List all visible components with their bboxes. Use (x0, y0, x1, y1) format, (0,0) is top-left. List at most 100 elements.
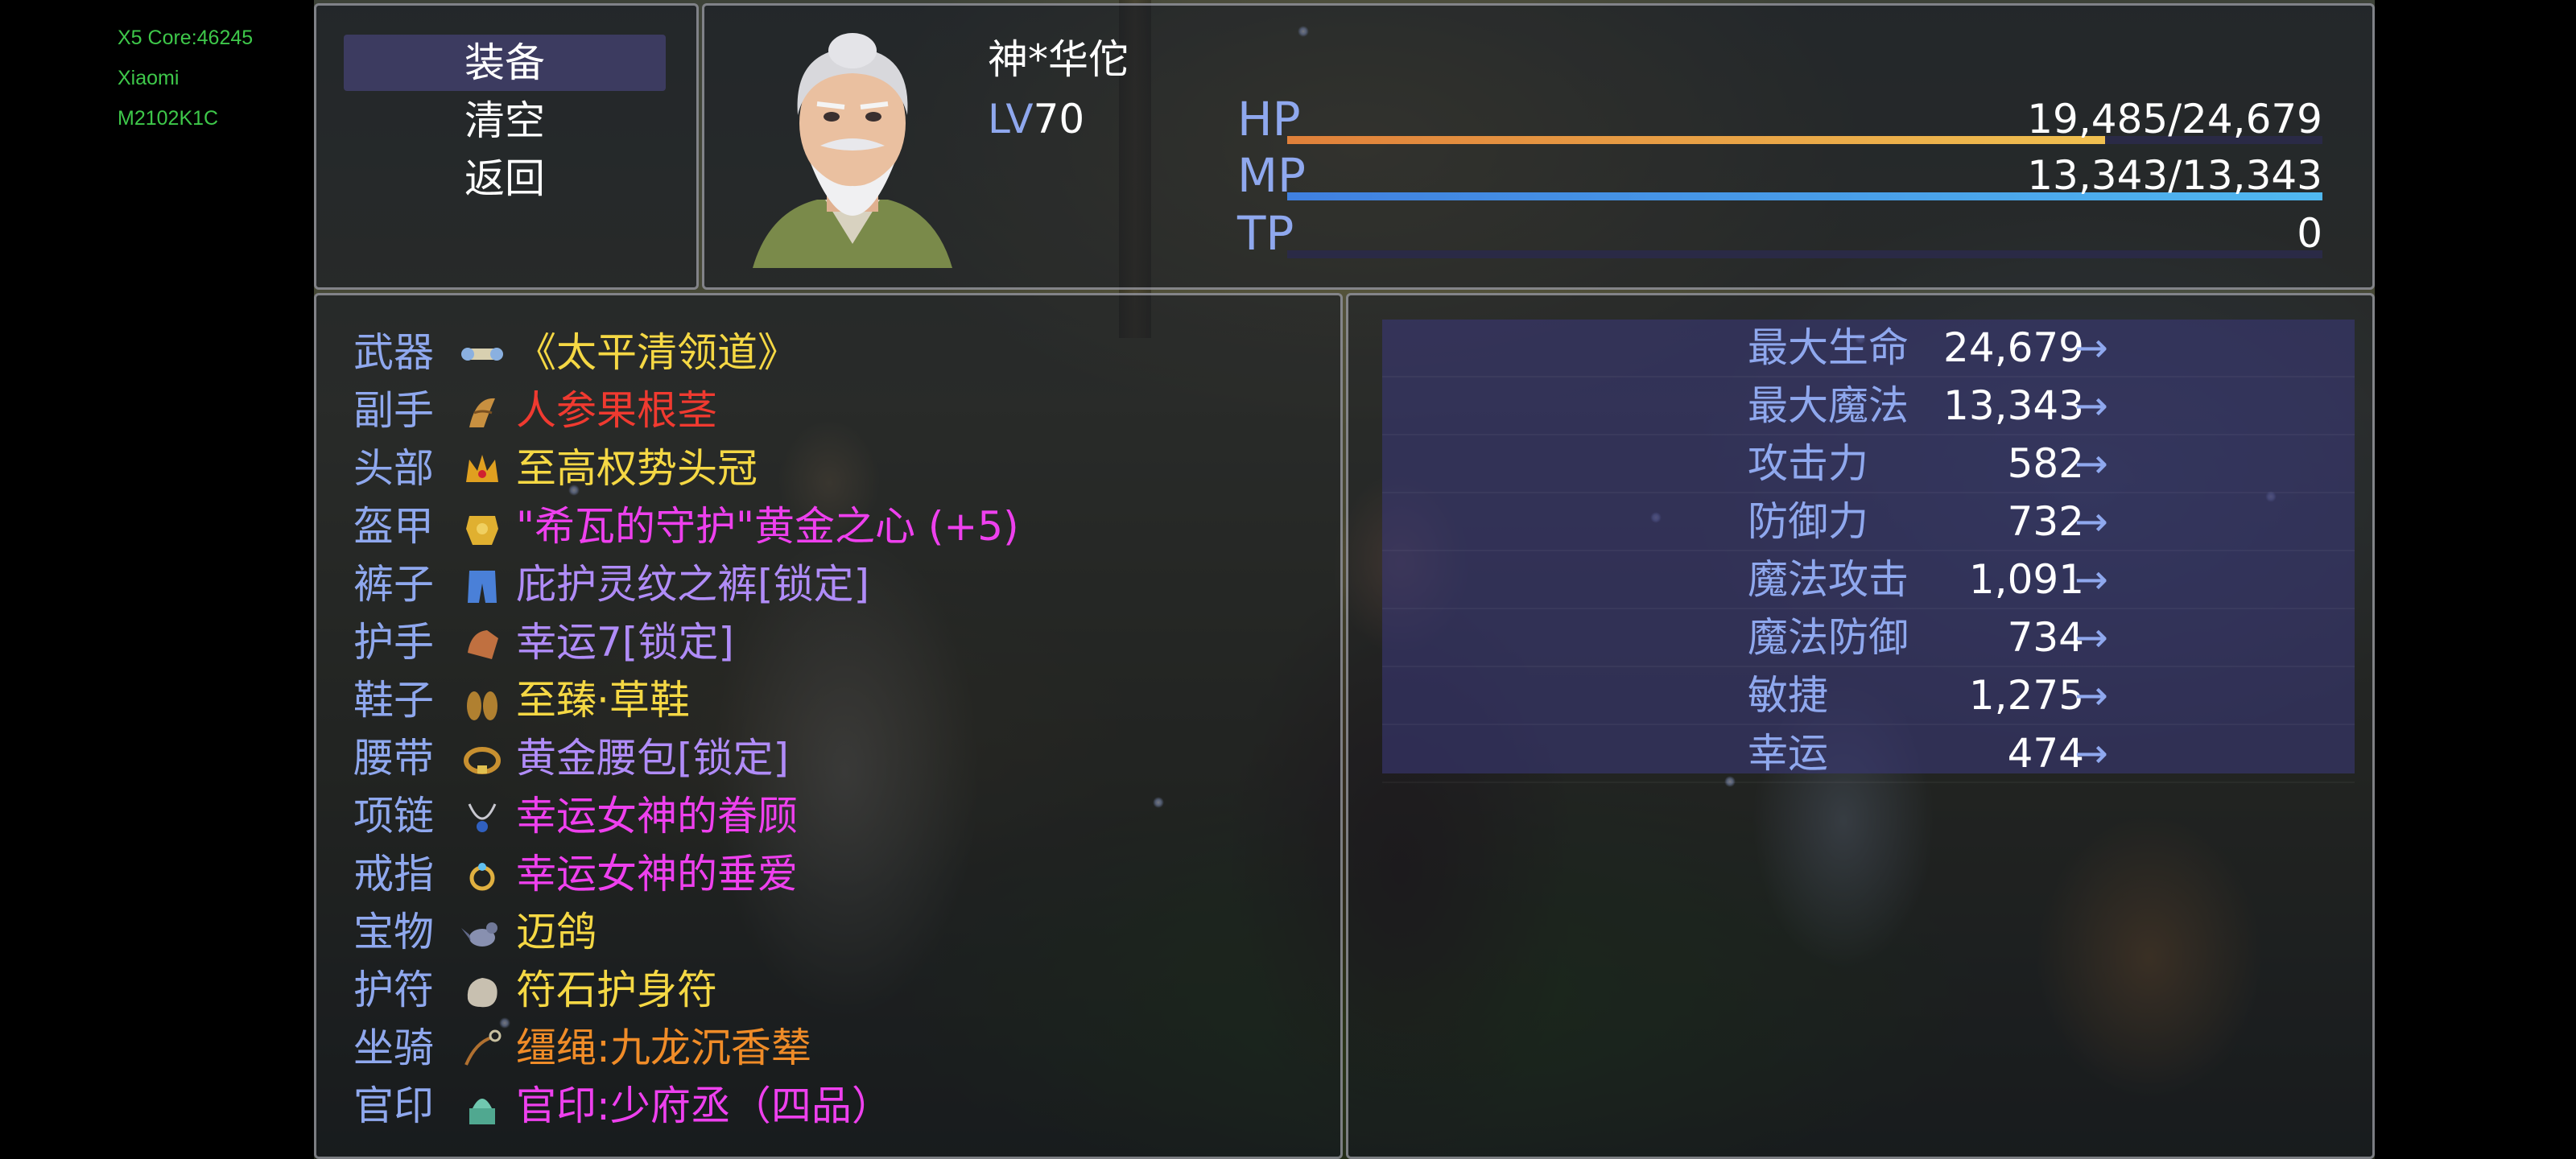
scroll-icon (460, 331, 505, 376)
parameter-value: 732 (2007, 498, 2084, 545)
parameter-row: 幸运 474 → (1382, 725, 2355, 783)
equip-slot-label: 裤子 (353, 561, 434, 608)
right-arrow-icon: → (2074, 324, 2108, 371)
equip-slot-label: 坐骑 (353, 1025, 434, 1071)
equip-slot-row[interactable]: 护手 幸运7[锁定] (353, 614, 1319, 670)
equip-item-name: 缰绳:九龙沉香辇 (516, 1025, 811, 1071)
equip-item-name: "希瓦的守护"黄金之心 (+5) (516, 503, 1019, 550)
level-value: 70 (1033, 96, 1085, 142)
hp-gauge: HP 19,485/24,679 (1237, 91, 2322, 147)
equipment-slot-window: 武器 《太平清领道》副手 人参果根茎 头部 至高权势头冠盔甲 "希瓦的守护"黄金之心 (+… (314, 293, 1343, 1159)
pigeon-icon (460, 910, 505, 955)
equip-command[interactable]: 装备 (344, 35, 666, 91)
tp-gauge: TP 0 (1237, 205, 2322, 262)
necklace-icon (460, 794, 505, 839)
equip-slot-label: 鞋子 (353, 677, 434, 724)
parameter-row: 魔法攻击 1,091 → (1382, 551, 2355, 609)
parameter-value: 474 (2007, 730, 2084, 777)
parameter-row: 攻击力 582 → (1382, 435, 2355, 493)
equip-slot-row[interactable]: 武器 《太平清领道》 (353, 324, 1319, 381)
equip-slot-row[interactable]: 宝物 迈鸽 (353, 904, 1319, 960)
parameter-name: 魔法防御 (1748, 614, 1909, 661)
equip-slot-label: 腰带 (353, 735, 434, 782)
equip-slot-row[interactable]: 副手 人参果根茎 (353, 382, 1319, 439)
parameter-row: 敏捷 1,275 → (1382, 667, 2355, 725)
equip-slot-row[interactable]: 戒指 幸运女神的垂爱 (353, 846, 1319, 902)
parameter-name: 攻击力 (1748, 440, 1868, 487)
gauntlet-icon (460, 621, 505, 666)
actor-portrait (737, 27, 968, 268)
equip-slot-row[interactable]: 头部 至高权势头冠 (353, 440, 1319, 497)
ring-icon (460, 852, 505, 897)
equip-slot-label: 盔甲 (353, 503, 434, 550)
parameter-value: 734 (2007, 614, 2084, 661)
actor-level: LV70 (988, 91, 1084, 147)
parameter-name: 幸运 (1748, 730, 1828, 777)
parameter-value: 24,679 (1943, 324, 2084, 371)
right-arrow-icon: → (2074, 382, 2108, 429)
parameter-row: 最大魔法 13,343 → (1382, 377, 2355, 435)
parameter-name: 魔法攻击 (1748, 556, 1909, 603)
equip-slot-label: 武器 (353, 329, 434, 376)
back-command[interactable]: 返回 (344, 151, 666, 207)
equip-slot-row[interactable]: 腰带 黄金腰包[锁定] (353, 730, 1319, 786)
right-arrow-icon: → (2074, 614, 2108, 661)
parameter-row: 魔法防御 734 → (1382, 609, 2355, 667)
equip-item-name: 幸运女神的眷顾 (516, 793, 798, 839)
core-version-text: X5 Core:46245 (118, 27, 254, 49)
parameter-name: 最大生命 (1748, 324, 1909, 371)
equip-slot-row[interactable]: 项链 幸运女神的眷顾 (353, 788, 1319, 844)
equip-item-name: 官印:少府丞（四品） (516, 1083, 892, 1129)
equip-slot-row[interactable]: 坐骑 缰绳:九龙沉香辇 (353, 1020, 1319, 1076)
level-label: LV (988, 96, 1034, 142)
sandals-icon (460, 678, 505, 724)
equip-slot-label: 护符 (353, 967, 434, 1013)
equip-slot-row[interactable]: 护符 符石护身符 (353, 962, 1319, 1018)
parameter-value: 13,343 (1943, 382, 2084, 429)
equip-item-name: 至臻·草鞋 (516, 677, 690, 724)
pants-icon (460, 563, 505, 608)
parameter-row: 防御力 732 → (1382, 493, 2355, 551)
equip-item-name: 幸运7[锁定] (516, 619, 734, 666)
equip-slot-label: 戒指 (353, 851, 434, 897)
root-icon (460, 389, 505, 434)
right-arrow-icon: → (2074, 730, 2108, 777)
command-window: 装备 清空 返回 (314, 3, 699, 290)
equip-slot-label: 项链 (353, 793, 434, 839)
parameter-value: 1,091 (1968, 556, 2084, 603)
parameter-window: 最大生命 24,679 → 最大魔法 13,343 → 攻击力 582 → 防御力 732 → 魔法攻击… (1346, 293, 2375, 1159)
tp-value: 0 (2297, 210, 2322, 257)
tp-gauge-track (1287, 250, 2322, 258)
hp-value: 19,485/24,679 (2027, 96, 2322, 142)
armor-icon (460, 505, 505, 550)
equip-item-name: 至高权势头冠 (516, 445, 758, 492)
equip-slot-label: 护手 (353, 619, 434, 666)
clear-command[interactable]: 清空 (344, 93, 666, 149)
right-arrow-icon: → (2074, 440, 2108, 487)
belt-icon (460, 736, 505, 782)
parameter-row: 最大生命 24,679 → (1382, 320, 2355, 377)
equip-slot-label: 宝物 (353, 909, 434, 955)
game-screen: 装备 清空 返回 神*华佗 LV70 HP 19,485/24,679 MP 1… (314, 0, 2375, 1159)
equip-slot-row[interactable]: 鞋子 至臻·草鞋 (353, 672, 1319, 728)
device-brand-text: Xiaomi (118, 67, 180, 89)
equip-item-name: 《太平清领道》 (516, 329, 798, 376)
right-arrow-icon: → (2074, 672, 2108, 719)
equip-item-name: 人参果根茎 (516, 387, 717, 434)
equip-slot-row[interactable]: 官印 官印:少府丞（四品） (353, 1078, 1319, 1134)
equip-slot-row[interactable]: 盔甲 "希瓦的守护"黄金之心 (+5) (353, 498, 1319, 555)
seal-icon (460, 1084, 505, 1129)
actor-status-window: 神*华佗 LV70 HP 19,485/24,679 MP 13,343/13,… (702, 3, 2375, 290)
equip-slot-row[interactable]: 裤子 庇护灵纹之裤[锁定] (353, 556, 1319, 612)
equip-item-name: 符石护身符 (516, 967, 717, 1013)
parameter-name: 防御力 (1748, 498, 1868, 545)
device-model-text: M2102K1C (118, 107, 219, 130)
equip-item-name: 迈鸽 (516, 909, 597, 955)
right-arrow-icon: → (2074, 556, 2108, 603)
parameter-name: 最大魔法 (1748, 382, 1909, 429)
mp-gauge: MP 13,343/13,343 (1237, 147, 2322, 204)
crown-icon (460, 447, 505, 492)
parameter-value: 1,275 (1968, 672, 2084, 719)
equip-slot-label: 官印 (353, 1083, 434, 1129)
equip-item-name: 黄金腰包[锁定] (516, 735, 790, 782)
